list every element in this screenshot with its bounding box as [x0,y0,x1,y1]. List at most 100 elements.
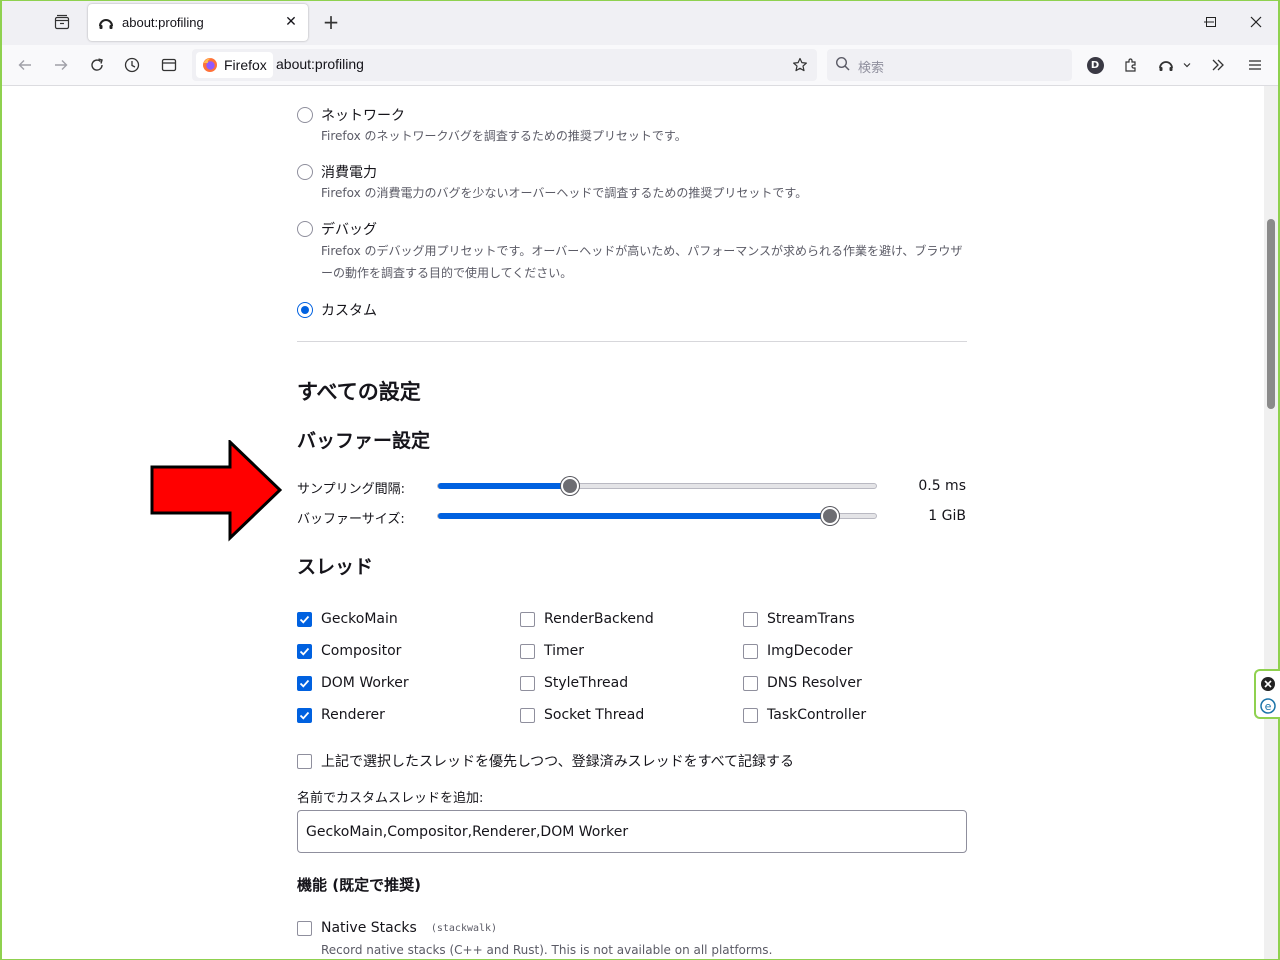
custom-thread-label: 名前でカスタムスレッドを追加: [297,791,484,806]
checkbox[interactable] [743,707,758,723]
preset-power[interactable]: 消費電力 [297,162,377,182]
radio-debug[interactable] [297,221,313,237]
preset-label: デバッグ [321,222,377,238]
thread-checkbox-timer[interactable]: Timer [520,643,584,659]
preset-label: ネットワーク [321,108,405,124]
preset-label: 消費電力 [321,165,377,181]
scrollbar[interactable] [1264,86,1278,960]
reload-button[interactable] [83,51,111,79]
thread-checkbox-dns-resolver[interactable]: DNS Resolver [743,675,862,691]
close-window-icon [1250,16,1262,28]
sidebar-button[interactable] [155,51,183,79]
url-text[interactable]: about:profiling [276,56,364,72]
checkbox[interactable] [743,611,758,627]
checkbox[interactable] [297,675,312,691]
thread-checkbox-renderbackend[interactable]: RenderBackend [520,611,654,627]
checkbox[interactable] [297,611,312,627]
thread-checkbox-socket-thread[interactable]: Socket Thread [520,707,644,723]
bookmark-star-button[interactable] [789,54,811,76]
thread-label: RenderBackend [544,611,654,627]
checkbox[interactable] [297,920,312,936]
slider-fill [438,483,570,489]
thread-label: Timer [544,643,585,659]
checkbox[interactable] [297,643,312,659]
tab-list-icon [54,14,70,30]
thread-checkbox-taskcontroller[interactable]: TaskController [743,707,866,723]
sampling-interval-value: 0.5 ms [918,478,966,494]
preset-debug[interactable]: デバッグ [297,219,377,239]
new-tab-button[interactable]: + [318,10,344,36]
sampling-interval-slider[interactable] [437,477,877,495]
native-stacks-code: (stackwalk) [430,922,498,934]
preset-custom[interactable]: カスタム [297,300,377,320]
native-stacks-checkbox[interactable]: Native Stacks (stackwalk) [297,920,497,936]
thread-label: DNS Resolver [767,675,862,691]
checkbox[interactable] [520,675,535,691]
double-chevron-icon [1212,59,1224,71]
custom-thread-input[interactable] [297,810,967,853]
thread-checkbox-renderer[interactable]: Renderer [297,707,385,723]
checkbox[interactable] [520,707,535,723]
thread-checkbox-stylethread[interactable]: StyleThread [520,675,628,691]
record-all-label: 上記で選択したスレッドを優先しつつ、登録済みスレッドをすべて記録する [321,754,795,770]
search-bar[interactable]: 検索 [827,49,1072,81]
record-all-threads-checkbox[interactable]: 上記で選択したスレッドを優先しつつ、登録済みスレッドをすべて記録する [297,751,794,771]
account-button[interactable]: D [1081,51,1109,79]
native-stacks-label: Native Stacks [321,920,417,936]
close-tab-icon[interactable]: ✕ [282,13,300,31]
checkbox[interactable] [743,643,758,659]
extension-e-icon[interactable]: e [1260,698,1276,714]
features-heading: 機能 (既定で推奨) [297,876,421,894]
identity-label: Firefox [224,57,267,73]
tab-title: about:profiling [122,15,204,30]
url-bar[interactable]: Firefox about:profiling [192,49,817,81]
checkbox[interactable] [520,611,535,627]
close-window-button[interactable] [1241,8,1271,36]
checkbox[interactable] [520,643,535,659]
slider-fill [438,513,830,519]
radio-network[interactable] [297,107,313,123]
extensions-button[interactable] [1117,51,1145,79]
clock-icon [124,57,140,73]
identity-box[interactable]: Firefox [196,52,273,78]
checkbox[interactable] [743,675,758,691]
buffer-size-slider[interactable] [437,507,877,525]
slider-thumb[interactable] [820,507,839,525]
navigation-toolbar: Firefox about:profiling 検索 D [0,45,1280,86]
menu-button[interactable] [1241,51,1269,79]
thread-label: GeckoMain [321,611,398,627]
sidebar-icon [161,58,177,72]
thread-label: DOM Worker [321,675,409,691]
chevron-down-icon [1183,63,1191,68]
radio-power[interactable] [297,164,313,180]
thread-label: TaskController [767,707,867,723]
thread-checkbox-streamtrans[interactable]: StreamTrans [743,611,855,627]
thread-label: ImgDecoder [767,643,853,659]
overflow-button[interactable] [1204,51,1232,79]
slider-thumb[interactable] [561,477,579,495]
scrollbar-thumb[interactable] [1267,219,1275,409]
profiler-button[interactable] [1153,51,1197,79]
thread-checkbox-geckomain[interactable]: GeckoMain [297,611,398,627]
preset-label: カスタム [321,303,377,319]
thread-checkbox-dom-worker[interactable]: DOM Worker [297,675,409,691]
thread-checkbox-compositor[interactable]: Compositor [297,643,401,659]
checkbox[interactable] [297,753,312,769]
back-button[interactable] [11,51,39,79]
extension-side-tab[interactable]: e [1254,669,1280,719]
checkbox[interactable] [297,707,312,723]
radio-custom[interactable] [297,302,313,318]
forward-button[interactable] [47,51,75,79]
buffer-settings-heading: バッファー設定 [297,430,431,452]
history-button[interactable] [118,51,146,79]
threads-heading: スレッド [297,556,374,578]
thread-checkbox-imgdecoder[interactable]: ImgDecoder [743,643,853,659]
buffer-size-value: 1 GiB [928,508,966,524]
preset-description: Firefox のデバッグ用プリセットです。オーバーヘッドが高いため、パフォーマ… [321,244,963,280]
all-settings-heading: すべての設定 [297,380,421,404]
tab-about-profiling[interactable]: about:profiling ✕ [88,4,308,41]
close-circle-icon[interactable] [1260,676,1276,692]
preset-network[interactable]: ネットワーク [297,105,405,125]
thread-label: StreamTrans [767,611,855,627]
tab-list-button[interactable] [48,8,76,36]
